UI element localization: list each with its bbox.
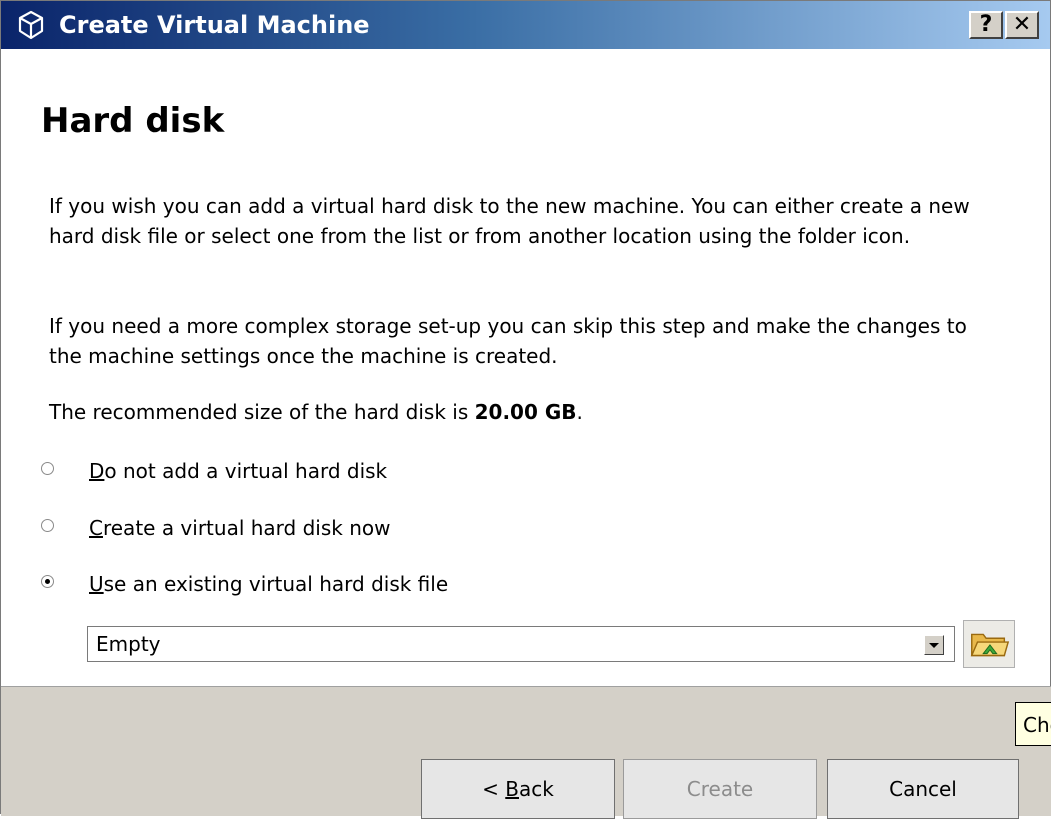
storage-paragraph: If you need a more complex storage set-u…	[49, 314, 967, 368]
disk-select[interactable]: Empty	[87, 626, 955, 662]
recommended-size-value: 20.00 GB	[474, 400, 577, 424]
chevron-down-icon[interactable]	[924, 635, 944, 655]
close-icon: ✕	[1012, 12, 1032, 37]
radio-label[interactable]: Do not add a virtual hard disk	[89, 456, 387, 486]
cancel-button[interactable]: Cancel	[827, 759, 1019, 819]
virtualbox-cube-icon	[18, 10, 44, 40]
back-button[interactable]: < Back	[421, 759, 615, 819]
recommended-size-prefix: The recommended size of the hard disk is	[49, 400, 475, 424]
radio-label[interactable]: Create a virtual hard disk now	[89, 513, 390, 543]
radio-label[interactable]: Use an existing virtual hard disk file	[89, 569, 448, 599]
help-button[interactable]: ?	[969, 11, 1003, 39]
recommended-size-text: The recommended size of the hard disk is…	[49, 397, 989, 427]
create-button[interactable]: Create	[623, 759, 817, 819]
recommended-size-suffix: .	[576, 400, 583, 424]
folder-open-icon	[970, 633, 1010, 657]
create-vm-dialog: Create Virtual Machine ? ✕ Hard disk If …	[0, 0, 1051, 819]
window-title: Create Virtual Machine	[59, 11, 370, 39]
button-bar: < Back Create Cancel	[1, 686, 1051, 819]
tooltip: Cho	[1015, 702, 1051, 746]
intro-paragraph: If you wish you can add a virtual hard d…	[49, 194, 970, 248]
radio-button-checked[interactable]	[41, 575, 54, 588]
page-title: Hard disk	[41, 101, 225, 141]
radio-button[interactable]	[41, 462, 54, 475]
title-bar[interactable]: Create Virtual Machine ? ✕	[1, 1, 1050, 49]
close-button[interactable]: ✕	[1005, 11, 1039, 39]
disk-select-value: Empty	[96, 632, 161, 656]
radio-button[interactable]	[41, 519, 54, 532]
choose-disk-file-button[interactable]	[963, 620, 1015, 668]
